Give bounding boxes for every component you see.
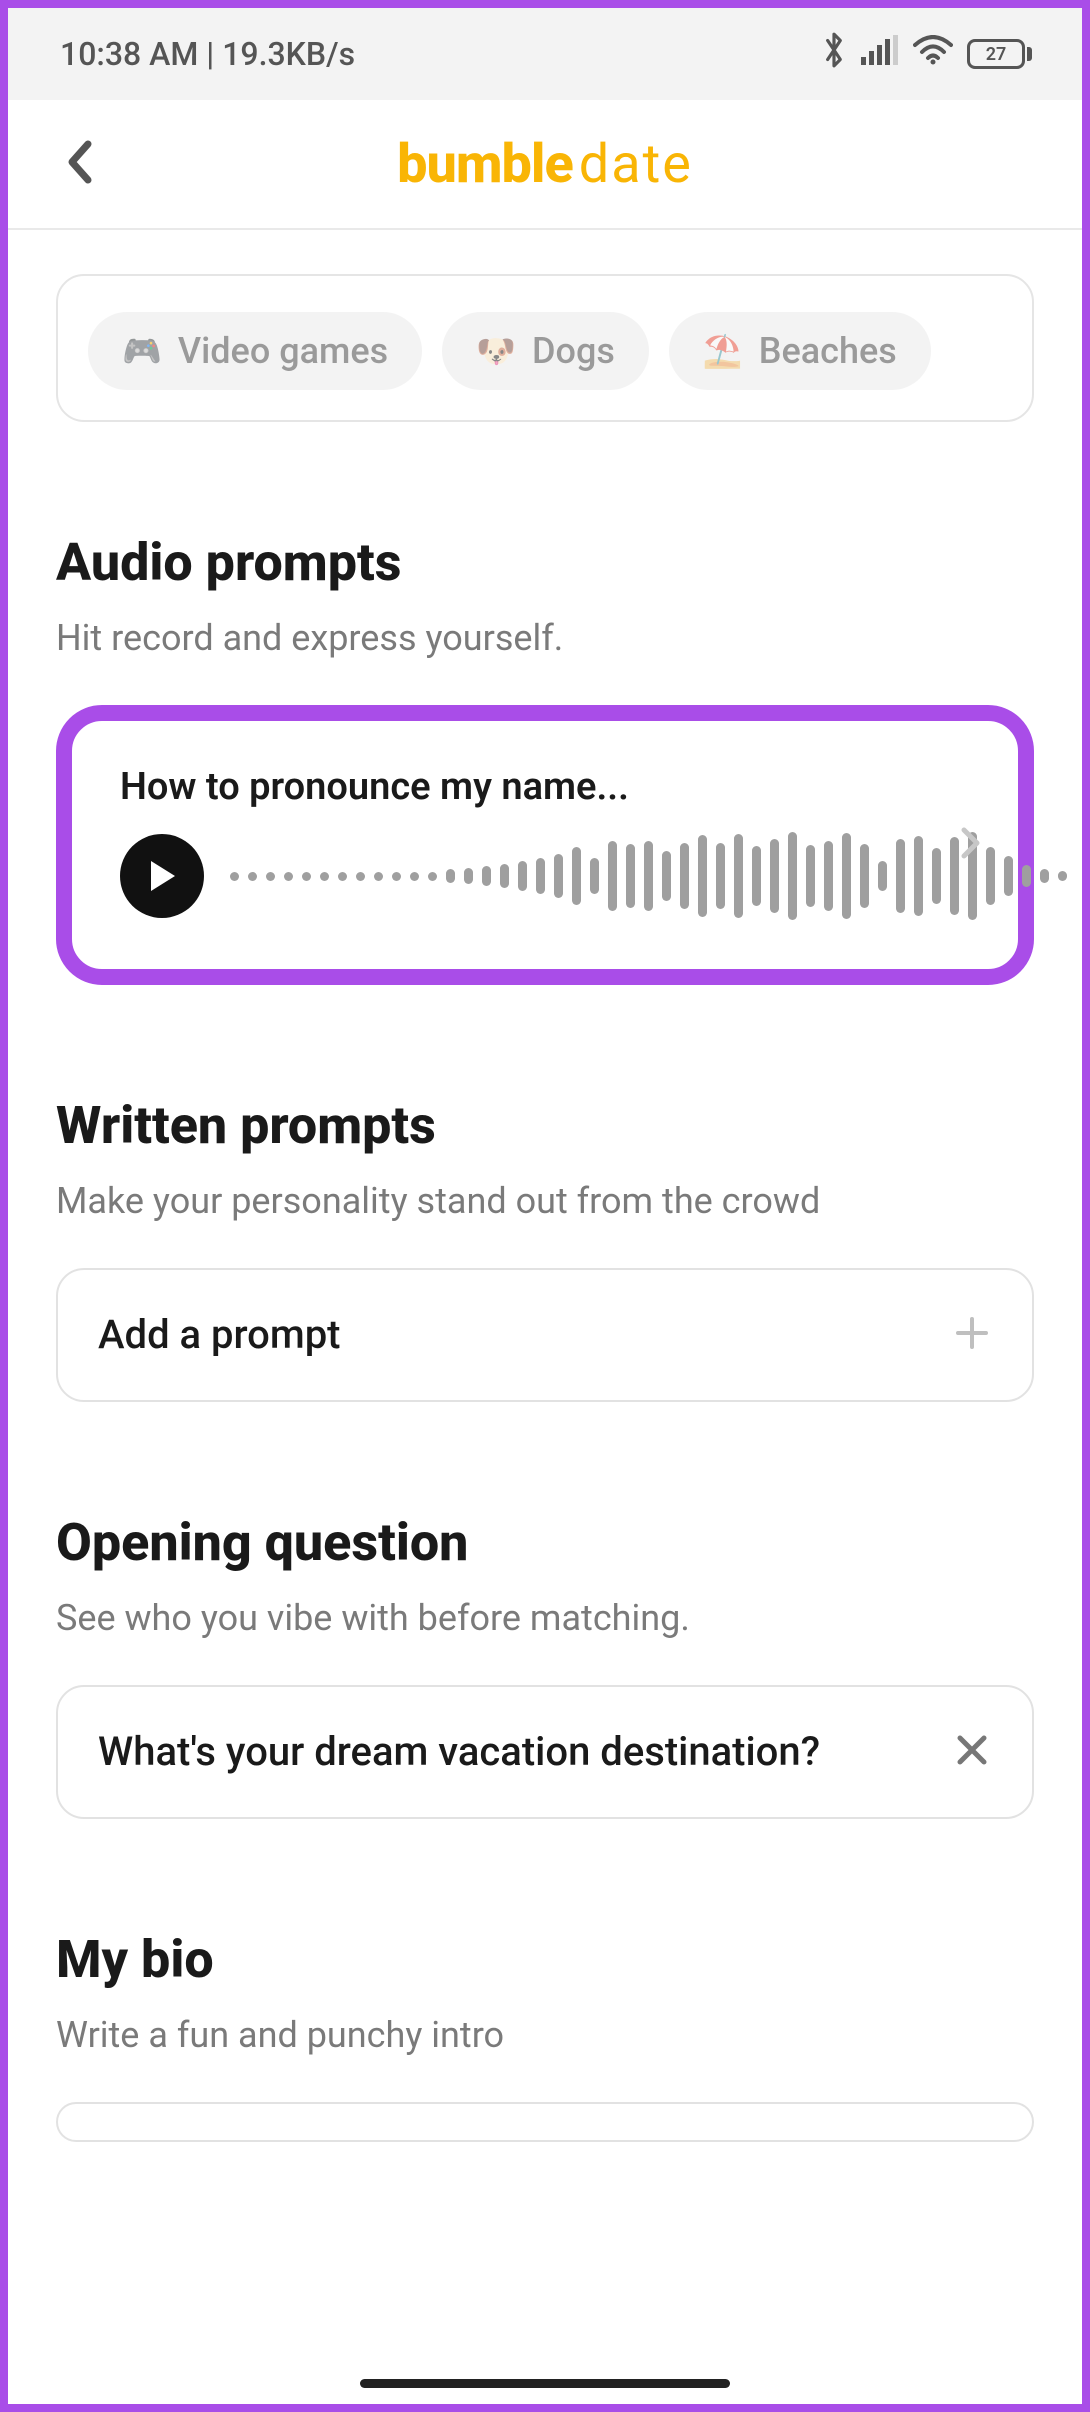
- status-right: 27: [821, 31, 1032, 77]
- chip-label: Video games: [178, 330, 388, 372]
- wifi-icon: [913, 35, 953, 73]
- audio-prompt-title: How to pronounce my name...: [120, 765, 970, 809]
- audio-prompt-highlight: How to pronounce my name...: [56, 705, 1034, 985]
- chip-label: Dogs: [532, 330, 615, 372]
- written-prompts-sub: Make your personality stand out from the…: [56, 1180, 1034, 1222]
- status-time: 10:38 AM: [60, 35, 198, 73]
- opening-question-card[interactable]: What's your dream vacation destination?: [56, 1685, 1034, 1819]
- home-indicator[interactable]: [360, 2379, 730, 2388]
- close-icon[interactable]: [952, 1730, 992, 1774]
- beach-icon: ⛱️: [703, 332, 743, 370]
- interest-chip-video-games[interactable]: 🎮 Video games: [88, 312, 422, 390]
- audio-prompts-sub: Hit record and express yourself.: [56, 617, 1034, 659]
- bluetooth-icon: [821, 31, 847, 77]
- gamepad-icon: 🎮: [122, 332, 162, 370]
- statusbar: 10:38 AM | 19.3KB/s 27: [8, 8, 1082, 100]
- audio-prompt-card[interactable]: How to pronounce my name...: [90, 739, 1000, 951]
- opening-question-sub: See who you vibe with before matching.: [56, 1597, 1034, 1639]
- written-prompts-section: Written prompts Make your personality st…: [56, 1095, 1034, 1402]
- app-logo: bumble date: [397, 133, 693, 196]
- my-bio-section: My bio Write a fun and punchy intro: [56, 1929, 1034, 2142]
- chip-label: Beaches: [759, 330, 897, 372]
- signal-icon: [861, 35, 899, 73]
- battery-icon: 27: [967, 39, 1032, 69]
- plus-icon: [952, 1313, 992, 1357]
- interest-chip-dogs[interactable]: 🐶 Dogs: [442, 312, 649, 390]
- audio-waveform: [230, 831, 1067, 921]
- my-bio-heading: My bio: [56, 1929, 1034, 1990]
- opening-question-section: Opening question See who you vibe with b…: [56, 1512, 1034, 1819]
- chevron-right-icon: [960, 826, 982, 864]
- interest-chip-beaches[interactable]: ⛱️ Beaches: [669, 312, 931, 390]
- add-prompt-button[interactable]: Add a prompt: [56, 1268, 1034, 1402]
- back-button[interactable]: [66, 140, 96, 188]
- audio-prompts-section: Audio prompts Hit record and express you…: [56, 532, 1034, 985]
- status-net-speed: 19.3KB/s: [222, 35, 355, 73]
- my-bio-sub: Write a fun and punchy intro: [56, 2014, 1034, 2056]
- add-prompt-label: Add a prompt: [98, 1308, 341, 1362]
- opening-question-text: What's your dream vacation destination?: [98, 1725, 820, 1779]
- written-prompts-heading: Written prompts: [56, 1095, 1034, 1156]
- dog-icon: 🐶: [476, 332, 516, 370]
- status-left: 10:38 AM | 19.3KB/s: [60, 35, 355, 73]
- opening-question-heading: Opening question: [56, 1512, 1034, 1573]
- titlebar: bumble date: [8, 100, 1082, 230]
- bio-card[interactable]: [56, 2102, 1034, 2142]
- play-button[interactable]: [120, 834, 204, 918]
- interests-card[interactable]: 🎮 Video games 🐶 Dogs ⛱️ Beaches: [56, 274, 1034, 422]
- audio-prompts-heading: Audio prompts: [56, 532, 1034, 593]
